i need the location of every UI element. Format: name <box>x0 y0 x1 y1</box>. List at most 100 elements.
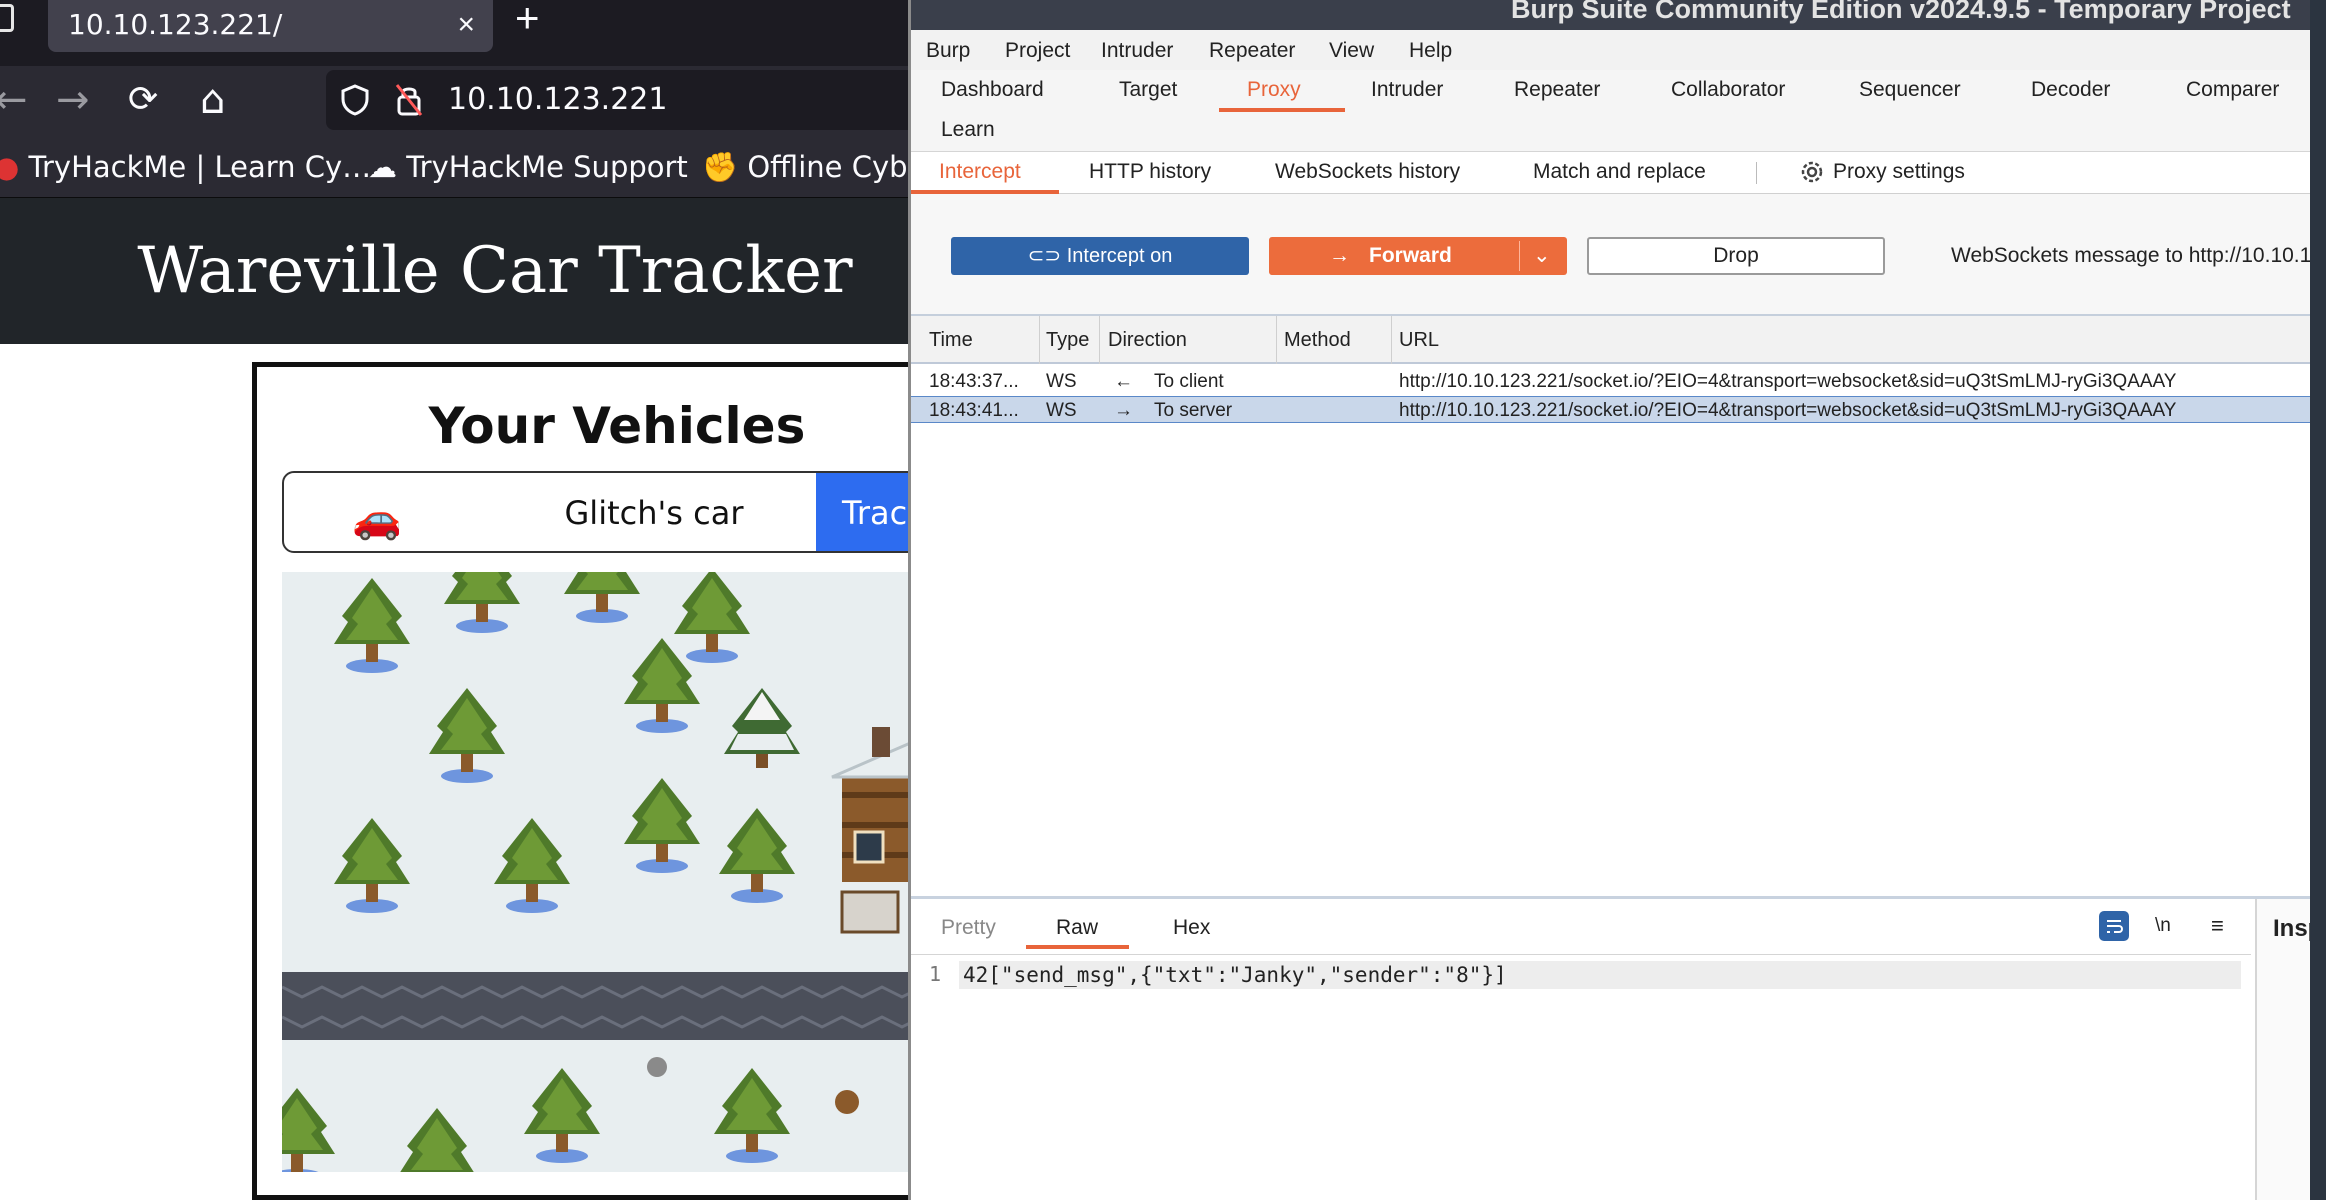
intercept-label: Intercept on <box>1066 245 1173 267</box>
vehicle-row: 🚗 Glitch's car Track <box>282 471 1002 553</box>
intercept-toolbar: ⊂⊃ Intercept on → Forward ⌄ Drop WebSock… <box>911 194 2326 314</box>
forward-arrow-icon[interactable]: → <box>56 66 90 134</box>
chevron-down-icon[interactable]: ⌄ <box>1533 237 1551 275</box>
tab-collaborator[interactable]: Collaborator <box>1671 70 1785 110</box>
menu-burp[interactable]: Burp <box>926 30 970 72</box>
intercept-table: Time Type Direction Method URL 18:43:37.… <box>911 314 2326 890</box>
tab-learn[interactable]: Learn <box>941 110 995 150</box>
tab-hex[interactable]: Hex <box>1173 911 1210 945</box>
panel-title: Your Vehicles <box>428 397 806 455</box>
subtab-http-history[interactable]: HTTP history <box>1089 152 1211 192</box>
subtab-proxy-settings[interactable]: Proxy settings <box>1833 152 1965 192</box>
burp-menubar: Burp Project Intruder Repeater View Help <box>911 30 2326 70</box>
drop-button[interactable]: Drop <box>1587 237 1885 275</box>
cell-time: 18:43:41... <box>929 400 1019 421</box>
menu-view[interactable]: View <box>1329 30 1374 72</box>
tab-decoder[interactable]: Decoder <box>2031 70 2110 110</box>
menu-repeater[interactable]: Repeater <box>1209 30 1295 72</box>
message-body[interactable]: 42["send_msg",{"txt":"Janky","sender":"8… <box>963 961 1507 989</box>
column-url[interactable]: URL <box>1399 316 1439 364</box>
tab-proxy[interactable]: Proxy <box>1247 70 1301 110</box>
column-method[interactable]: Method <box>1284 316 1351 364</box>
hamburger-menu-icon[interactable]: ≡ <box>2211 911 2224 941</box>
menu-project[interactable]: Project <box>1005 30 1070 72</box>
raw-tab-underline <box>1026 945 1129 949</box>
forward-arrow-icon: → <box>1329 244 1350 267</box>
menu-help[interactable]: Help <box>1409 30 1452 72</box>
url-text: 10.10.123.221 <box>448 82 668 117</box>
cell-url: http://10.10.123.221/socket.io/?EIO=4&tr… <box>1399 400 2177 421</box>
menu-intruder[interactable]: Intruder <box>1101 30 1173 72</box>
column-type[interactable]: Type <box>1046 316 1089 364</box>
burp-titlebar: Burp Suite Community Edition v2024.9.5 -… <box>911 0 2326 30</box>
subtab-match-and-replace[interactable]: Match and replace <box>1533 152 1706 192</box>
back-arrow-icon[interactable]: ← <box>0 66 28 134</box>
home-icon[interactable]: ⌂ <box>200 66 225 134</box>
forward-split-separator <box>1519 241 1520 271</box>
column-time[interactable]: Time <box>929 316 973 364</box>
cell-direction: To client <box>1154 371 1224 392</box>
cell-url: http://10.10.123.221/socket.io/?EIO=4&tr… <box>1399 371 2177 392</box>
browser-tab-title: 10.10.123.221/ <box>68 8 283 41</box>
column-separator[interactable] <box>1099 316 1100 364</box>
bookmark-offline-cyber[interactable]: ✊ Offline Cyber <box>702 136 937 198</box>
table-row-selected[interactable]: 18:43:41... WS → To server http://10.10.… <box>911 396 2326 423</box>
shield-icon[interactable] <box>340 84 370 116</box>
wrap-lines-glyph <box>2107 920 2123 933</box>
address-bar[interactable]: 10.10.123.221 <box>326 70 926 130</box>
tab-pretty[interactable]: Pretty <box>941 911 996 945</box>
browser-tabstrip: 10.10.123.221/ × + <box>0 0 920 66</box>
subtab-websockets-history[interactable]: WebSockets history <box>1275 152 1460 192</box>
tab-repeater[interactable]: Repeater <box>1514 70 1600 110</box>
browser-window: 10.10.123.221/ × + ← → ⟳ ⌂ 10.10.123.221… <box>0 0 1002 1200</box>
browser-tab-active[interactable]: 10.10.123.221/ × <box>48 0 493 52</box>
tab-dashboard[interactable]: Dashboard <box>941 70 1044 110</box>
burp-window: Burp Suite Community Edition v2024.9.5 -… <box>908 0 2326 1200</box>
bookmark-tryhackme-support[interactable]: ☁ TryHackMe Support <box>368 136 688 198</box>
table-header: Time Type Direction Method URL <box>911 316 2326 364</box>
gear-icon[interactable] <box>1798 158 1826 186</box>
proxy-tab-underline <box>1219 108 1345 112</box>
tryhackme-icon: ● <box>0 150 20 184</box>
map-scene <box>282 572 982 1172</box>
forward-button[interactable]: → Forward ⌄ <box>1269 237 1567 275</box>
intercept-toggle-button[interactable]: ⊂⊃ Intercept on <box>951 237 1249 275</box>
tab-target[interactable]: Target <box>1119 70 1177 110</box>
forward-label: Forward <box>1369 244 1452 267</box>
cell-time: 18:43:37... <box>929 371 1019 392</box>
wrap-lines-icon[interactable] <box>2099 911 2129 941</box>
column-separator[interactable] <box>1039 316 1040 364</box>
tab-intruder[interactable]: Intruder <box>1371 70 1443 110</box>
site-title: Wareville Car Tracker <box>137 234 853 308</box>
site-header: Wareville Car Tracker <box>0 198 920 344</box>
right-arrow-icon: → <box>1114 400 1133 421</box>
line-number: 1 <box>929 962 942 986</box>
table-row[interactable]: 18:43:37... WS ← To client http://10.10.… <box>911 368 2326 395</box>
bookmark-tryhackme[interactable]: ● TryHackMe | Learn Cy… <box>0 136 371 198</box>
column-separator[interactable] <box>1276 316 1277 364</box>
insecure-lock-icon[interactable] <box>394 82 424 118</box>
reload-icon[interactable]: ⟳ <box>128 66 158 134</box>
column-separator[interactable] <box>1391 316 1392 364</box>
websocket-message-info: WebSockets message to http://10.10.123.2… <box>1951 244 2326 267</box>
browser-navbar: ← → ⟳ ⌂ 10.10.123.221 <box>0 66 926 136</box>
tab-comparer[interactable]: Comparer <box>2186 70 2279 110</box>
bookmarks-bar: ● TryHackMe | Learn Cy… ☁ TryHackMe Supp… <box>0 136 937 198</box>
newline-toggle-icon[interactable]: \n <box>2155 911 2171 941</box>
toggle-icon: ⊂⊃ <box>1027 245 1062 267</box>
new-tab-icon[interactable]: + <box>515 0 540 39</box>
tab-raw[interactable]: Raw <box>1056 911 1098 945</box>
burp-main-tabs: Dashboard Target Proxy Intruder Repeater… <box>911 70 2326 152</box>
editor-divider <box>911 954 2251 955</box>
previous-tab-edge[interactable] <box>0 4 14 32</box>
tab-close-icon[interactable]: × <box>457 0 475 50</box>
tracking-map[interactable] <box>282 572 982 1172</box>
cell-type: WS <box>1046 400 1077 421</box>
bookmark-label: TryHackMe | Learn Cy… <box>28 150 372 184</box>
cell-type: WS <box>1046 371 1077 392</box>
vehicles-panel: Your Vehicles 🚗 Glitch's car Track <box>252 362 1002 1200</box>
tab-sequencer[interactable]: Sequencer <box>1859 70 1961 110</box>
left-arrow-icon: ← <box>1114 371 1133 392</box>
column-direction[interactable]: Direction <box>1108 316 1187 364</box>
subtab-intercept[interactable]: Intercept <box>939 152 1021 192</box>
